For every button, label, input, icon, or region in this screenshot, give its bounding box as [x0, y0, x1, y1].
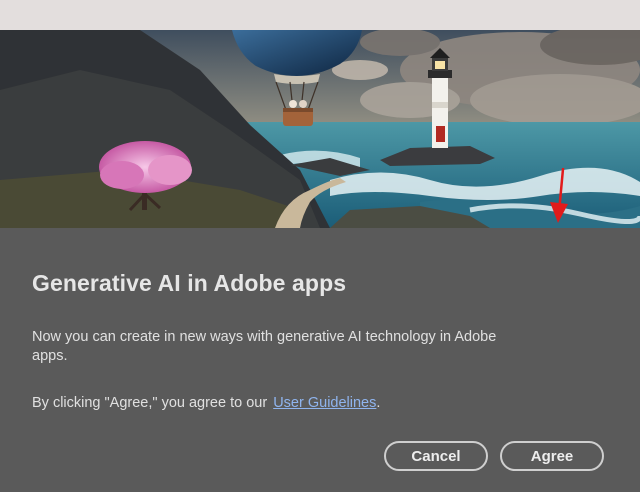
window-titlebar: [0, 0, 640, 30]
agreement-text: By clicking "Agree," you agree to our Us…: [32, 394, 380, 413]
agreement-prefix: By clicking "Agree," you agree to our: [32, 395, 268, 411]
user-guidelines-link[interactable]: User Guidelines: [273, 395, 376, 411]
hero-image: [0, 30, 640, 228]
dialog-title: Generative AI in Adobe apps: [32, 270, 347, 296]
dialog-description: Now you can create in new ways with gene…: [32, 329, 497, 364]
cancel-button[interactable]: Cancel: [384, 441, 488, 471]
agree-button[interactable]: Agree: [500, 441, 604, 471]
agreement-suffix: .: [376, 395, 381, 411]
dialog: Generative AI in Adobe apps Now you can …: [0, 228, 640, 492]
